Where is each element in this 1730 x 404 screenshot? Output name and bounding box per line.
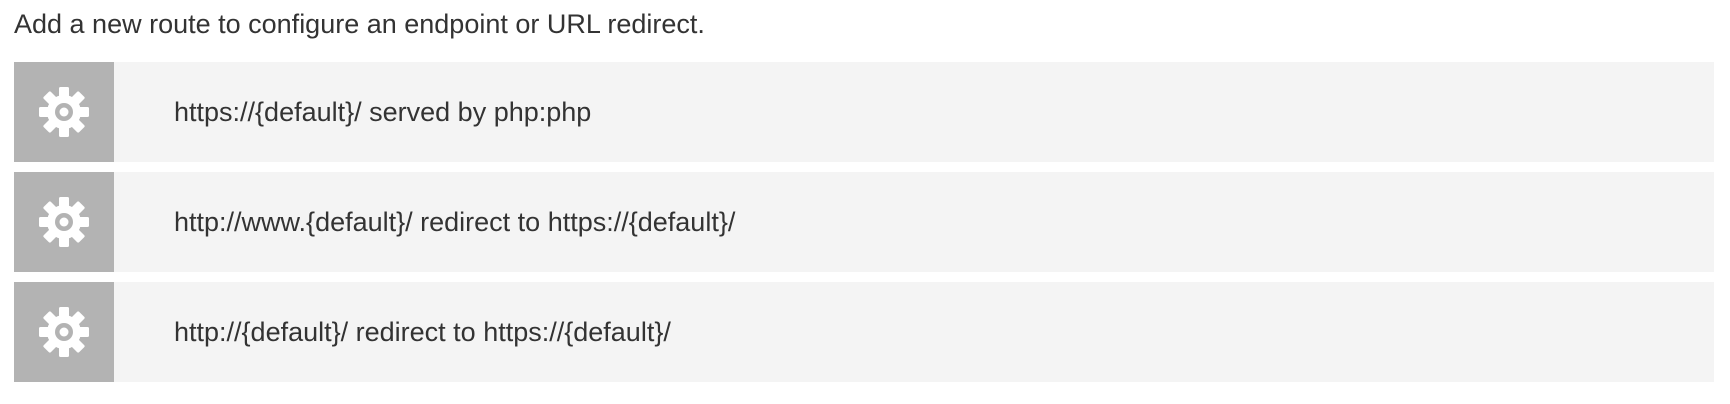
route-label[interactable]: http://www.{default}/ redirect to https:… <box>114 172 735 272</box>
route-list: https://{default}/ served by php:php htt… <box>14 62 1714 392</box>
gear-icon <box>39 87 89 137</box>
route-item[interactable]: http://www.{default}/ redirect to https:… <box>14 172 1714 272</box>
route-settings-button[interactable] <box>14 172 114 272</box>
route-item[interactable]: http://{default}/ redirect to https://{d… <box>14 282 1714 382</box>
gear-icon <box>39 307 89 357</box>
intro-text: Add a new route to configure an endpoint… <box>14 9 705 39</box>
route-settings-button[interactable] <box>14 282 114 382</box>
route-label[interactable]: http://{default}/ redirect to https://{d… <box>114 282 671 382</box>
route-label[interactable]: https://{default}/ served by php:php <box>114 62 591 162</box>
route-item[interactable]: https://{default}/ served by php:php <box>14 62 1714 162</box>
route-settings-button[interactable] <box>14 62 114 162</box>
gear-icon <box>39 197 89 247</box>
